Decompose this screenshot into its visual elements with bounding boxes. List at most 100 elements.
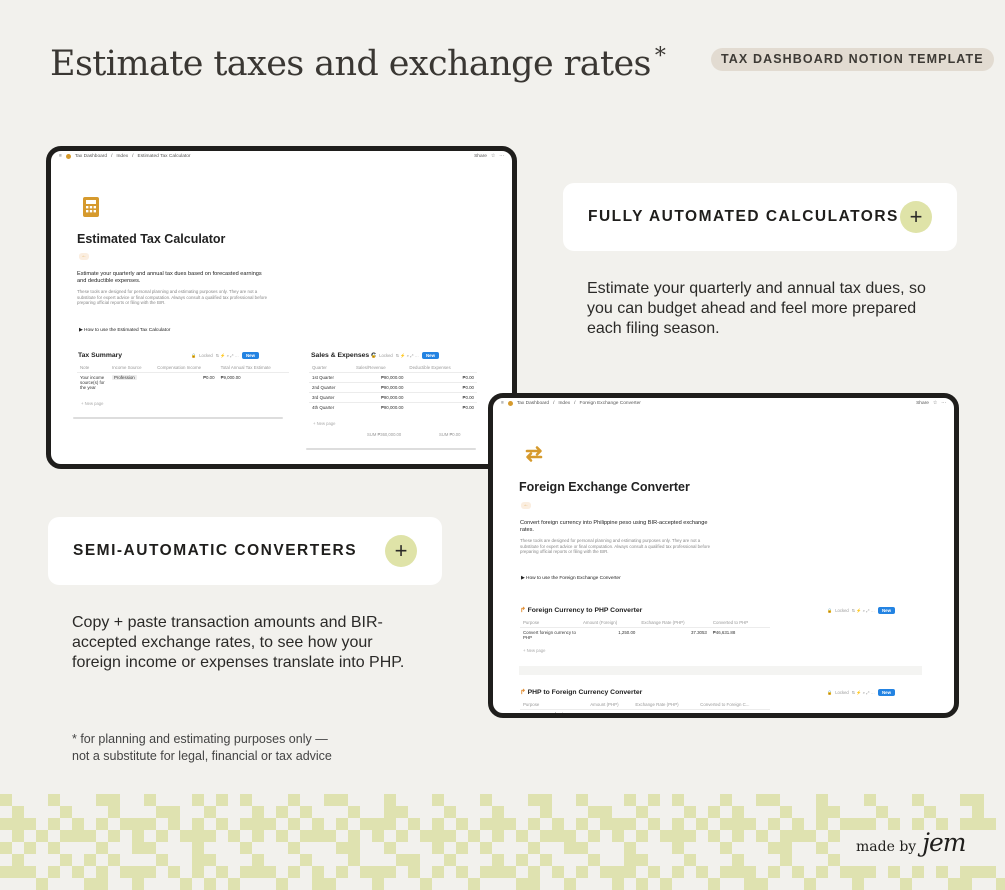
col-header[interactable]: Purpose [520,700,587,710]
menu-icon[interactable]: ≡ [501,401,504,406]
filter-icon[interactable]: ⇅ ⚡ ⌕ ⤢ ⋯ [216,353,239,359]
plus-icon[interactable]: + [385,535,417,567]
pattern-square [348,830,360,842]
table-row[interactable]: 1st Quarter ₱90,000.00 ₱0.00 [309,372,477,383]
locked-label[interactable]: Locked [199,353,213,358]
new-page-link[interactable]: + New page [523,648,545,653]
table-row[interactable]: 4th Quarter ₱90,000.00 ₱0.00 [309,402,477,412]
cell[interactable]: ₱0.00 [406,392,477,403]
col-header[interactable]: Compensation Income [154,363,217,373]
filter-icon[interactable]: ⇅ ⚡ ⌕ ⤢ ⋯ [396,353,419,359]
back-link-icon[interactable]: ← [79,253,89,260]
pattern-square [828,806,840,818]
cell[interactable]: 4th Quarter [309,402,353,412]
col-header[interactable]: Total Annual Tax Estimate [218,363,289,373]
pattern-square [960,866,972,878]
table-row[interactable]: 2nd Quarter ₱90,000.00 ₱0.00 [309,382,477,393]
cell[interactable]: ₱9,000.00 [217,372,289,392]
col-header[interactable]: Amount (PHP) [587,700,632,710]
cell[interactable]: ₱90,000.00 [352,382,407,393]
col-header[interactable]: Amount (Foreign) [580,618,638,628]
breadcrumb-1[interactable]: Index [558,401,570,406]
new-button[interactable]: New [878,689,896,696]
pattern-square [504,866,516,878]
star-icon[interactable]: ☆ [933,401,937,406]
pattern-square [348,842,360,854]
col-header[interactable]: Deductible Expenses [406,363,477,373]
more-icon[interactable]: ⋯ [499,154,504,159]
cell[interactable]: 1st Quarter [309,372,353,383]
table-row[interactable]: Convert foreign currency to PHP 1,250.00 3… [520,627,770,642]
notion-topbar: ≡ Tax Dashboard / Index / Foreign Exchange… [501,401,946,406]
breadcrumb-2[interactable]: Estimated Tax Calculator [138,154,191,159]
cell[interactable]: 1,250.00 [697,709,770,713]
share-button[interactable]: Share [916,401,929,406]
horizontal-scrollbar[interactable] [306,448,476,450]
new-page-link[interactable]: + New page [313,421,335,426]
cell[interactable]: ₱0.00 [406,372,477,383]
cell[interactable]: ₱0.00 [406,402,477,412]
new-button[interactable]: New [422,352,440,359]
cell[interactable]: ₱46,631.88 [587,709,633,713]
cell[interactable]: 37.3053 [632,709,698,713]
star-icon[interactable]: ☆ [491,154,495,159]
cell[interactable]: Convert foreign currency to PHP [520,627,580,642]
col-header[interactable]: Purpose [520,618,580,628]
filter-icon[interactable]: ⇅ ⚡ ⌕ ⤢ ⋯ [852,690,875,696]
how-to-toggle[interactable]: ▶ How to use the Foreign Exchange Conver… [521,576,621,581]
share-button[interactable]: Share [474,154,487,159]
pattern-square [480,794,492,806]
cell[interactable]: Profession [109,372,155,392]
new-button[interactable]: New [878,607,896,614]
col-header[interactable]: Converted to PHP [710,618,770,628]
cell[interactable]: ₱90,000.00 [352,402,407,412]
cell[interactable]: 2nd Quarter [309,382,353,393]
how-to-toggle[interactable]: ▶ How to use the Estimated Tax Calculato… [79,328,170,333]
pattern-square [372,818,384,830]
cell[interactable]: 1,250.00 [580,627,639,642]
filter-icon[interactable]: ⇅ ⚡ ⌕ ⤢ ⋯ [852,608,875,614]
horizontal-scrollbar[interactable] [73,417,283,419]
locked-label[interactable]: Locked [835,608,849,613]
breadcrumb-0[interactable]: Tax Dashboard [517,401,549,406]
cell[interactable]: ₱0.00 [154,372,218,392]
plus-icon[interactable]: + [900,201,932,233]
pattern-square [372,866,384,878]
col-header[interactable]: Exchange Rate (PHP) [638,618,709,628]
col-header[interactable]: Note [77,363,109,373]
cell[interactable]: Convert PHP to foreign [520,709,588,713]
locked-label[interactable]: Locked [379,353,393,358]
cell[interactable]: Your income source(s) for the year [77,372,109,392]
pattern-square [684,854,696,866]
cell[interactable]: ₱90,000.00 [352,392,407,403]
new-button[interactable]: New [242,352,260,359]
col-header[interactable]: Income Source [109,363,154,373]
breadcrumb-0[interactable]: Tax Dashboard [75,154,107,159]
table-row[interactable]: 3rd Quarter ₱90,000.00 ₱0.00 [309,392,477,403]
pattern-square [216,866,228,878]
table-row[interactable]: Your income source(s) for the year Profes… [77,372,289,392]
breadcrumb-1[interactable]: Index [116,154,128,159]
cell[interactable]: ₱46,631.88 [709,627,770,642]
new-page-link[interactable]: + New page [81,401,103,406]
pattern-square [624,794,636,806]
locked-label[interactable]: Locked [835,690,849,695]
back-link-icon[interactable]: ← [521,502,531,509]
cell[interactable]: ₱90,000.00 [352,372,407,383]
pattern-square [132,830,144,842]
pattern-square [816,842,828,854]
arrow-icon: ↱ [520,607,528,614]
menu-icon[interactable]: ≡ [59,154,62,159]
cell[interactable]: 37.3053 [638,627,710,642]
cell[interactable]: 3rd Quarter [309,392,353,403]
cell[interactable]: ₱0.00 [406,382,477,393]
more-icon[interactable]: ⋯ [941,401,946,406]
col-header[interactable]: Exchange Rate (PHP) [632,700,697,710]
checker-pattern [0,794,1005,890]
col-header[interactable]: Quarter [309,363,353,373]
col-header[interactable]: Sales/Revenue [353,363,406,373]
breadcrumb-2[interactable]: Foreign Exchange Converter [580,401,641,406]
pattern-square [660,878,672,890]
col-header[interactable]: Converted to Foreign C... [697,700,770,710]
table-row[interactable]: Convert PHP to foreign ₱46,631.88 37.3053 1… [520,709,770,713]
